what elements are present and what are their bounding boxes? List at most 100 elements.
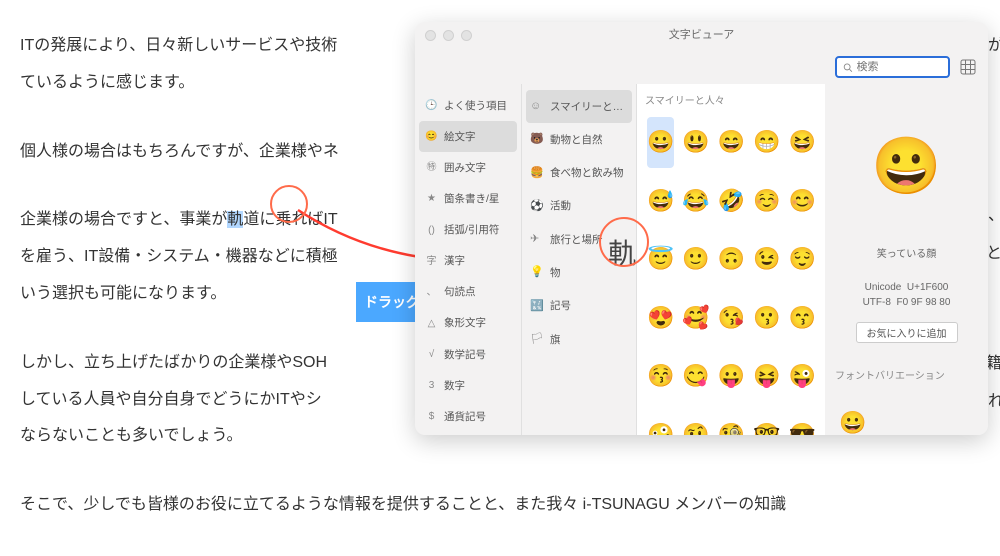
- search-icon: [843, 62, 853, 73]
- emoji-cell[interactable]: 😗: [753, 293, 780, 344]
- sidebar-item[interactable]: 3 数字: [415, 370, 521, 401]
- category-item-icon: ✈: [530, 227, 544, 252]
- sidebar-item-label: 句読点: [444, 280, 476, 304]
- emoji-cell[interactable]: 😊: [789, 176, 816, 227]
- selected-text[interactable]: 軌: [227, 211, 243, 228]
- category-item-label: 活動: [550, 194, 571, 218]
- close-icon[interactable]: [425, 30, 436, 41]
- text: している人員や自分自身でどうにかITやシ: [20, 391, 322, 408]
- search-input[interactable]: [857, 61, 943, 73]
- emoji-cell[interactable]: 😉: [753, 234, 780, 285]
- sidebar-item[interactable]: $通貨記号: [415, 401, 521, 432]
- emoji-cell[interactable]: 🙂: [682, 234, 709, 285]
- preview-name: 笑っている顔: [877, 243, 937, 266]
- emoji-cell[interactable]: 🤪: [647, 410, 674, 435]
- emoji-cell[interactable]: 😀: [647, 117, 674, 168]
- sidebar-item-label: 絵文字: [444, 125, 476, 149]
- emoji-cell[interactable]: 😜: [789, 351, 816, 402]
- emoji-cell[interactable]: 😍: [647, 293, 674, 344]
- emoji-cell[interactable]: 😂: [682, 176, 709, 227]
- sidebar-item-label: 箇条書き/星: [444, 187, 499, 211]
- emoji-cell[interactable]: 🙃: [718, 234, 745, 285]
- emoji-cell[interactable]: 😎: [789, 410, 816, 435]
- sidebar-item-label: よく使う項目: [444, 94, 507, 118]
- category-item-label: 旗: [550, 328, 561, 352]
- emoji-cell[interactable]: 😙: [789, 293, 816, 344]
- category-item-label: スマイリーと…: [550, 95, 623, 119]
- sidebar-item[interactable]: あ…: [415, 433, 521, 435]
- minimize-icon[interactable]: [443, 30, 454, 41]
- sidebar-item-icon: ★: [425, 187, 438, 210]
- emoji-cell[interactable]: 🥰: [682, 293, 709, 344]
- emoji-cell[interactable]: 😅: [647, 176, 674, 227]
- sidebar-item[interactable]: ★ 箇条書き/星: [415, 183, 521, 214]
- emoji-cell[interactable]: 😄: [718, 117, 745, 168]
- sidebar-item-icon: 字: [425, 250, 438, 273]
- category-item[interactable]: 🔣記号: [522, 290, 636, 323]
- search-input-wrapper[interactable]: [835, 56, 950, 78]
- category-item[interactable]: 🍔食べ物と飲み物: [522, 157, 636, 190]
- emoji-cell[interactable]: 🤓: [753, 410, 780, 435]
- emoji-cell[interactable]: ☺️: [753, 176, 780, 227]
- category-item-icon: ☺: [530, 94, 544, 119]
- character-viewer-window[interactable]: 文字ビューア 🕒 よく使う項目 😊 絵文字㊕囲み文字 ★ 箇条書き/星 ()括弧/引用符字漢…: [415, 22, 988, 435]
- category-item[interactable]: 🐻動物と自然: [522, 123, 636, 156]
- sidebar-item-icon: 🕒: [425, 94, 438, 117]
- sidebar-item-icon: 、: [425, 281, 438, 304]
- category-item-label: 旅行と場所: [550, 228, 603, 252]
- sidebar-item-icon: 3: [425, 374, 438, 397]
- text: ているように感じます。: [20, 74, 194, 91]
- sidebar-item-icon: 😊: [425, 125, 438, 148]
- category-item-label: 食べ物と飲み物: [550, 161, 624, 185]
- variation-label: フォントバリエーション: [835, 365, 945, 388]
- emoji-cell[interactable]: 😌: [789, 234, 816, 285]
- preview-panel: 😀 笑っている顔 Unicode U+1F600 UTF-8 F0 9F 98 …: [825, 84, 988, 435]
- sidebar-item[interactable]: 字漢字: [415, 246, 521, 277]
- sidebar-item[interactable]: 😊 絵文字: [419, 121, 517, 152]
- sidebar-item-label: 数字: [444, 374, 465, 398]
- emoji-cell[interactable]: 😁: [753, 117, 780, 168]
- toolbar: [415, 50, 988, 84]
- emoji-cell[interactable]: 😇: [647, 234, 674, 285]
- category-item-label: 物: [550, 261, 561, 285]
- sidebar-item[interactable]: √ 数学記号: [415, 339, 521, 370]
- sidebar-item[interactable]: ㊕囲み文字: [415, 152, 521, 183]
- sidebar-item[interactable]: 🕒 よく使う項目: [415, 90, 521, 121]
- category-item[interactable]: 🏳旗: [522, 323, 636, 356]
- titlebar[interactable]: 文字ビューア: [415, 22, 988, 50]
- text: ならないことも多いでしょう。: [20, 427, 243, 444]
- emoji-cell[interactable]: 😋: [682, 351, 709, 402]
- text: しかし、立ち上げたばかりの企業様やSOH: [20, 354, 327, 371]
- annotation-circle-source: [270, 185, 308, 223]
- emoji-cell[interactable]: 🤣: [718, 176, 745, 227]
- emoji-cell[interactable]: 🤨: [682, 410, 709, 435]
- text: 企業様の場合ですと、事業が: [20, 211, 227, 228]
- emoji-grid[interactable]: 😀😃😄😁😆😅😂🤣☺️😊😇🙂🙃😉😌😍🥰😘😗😙😚😋😛😝😜🤪🤨🧐🤓😎🤩🥳😏😒😞😔😟😕🙁…: [637, 117, 825, 435]
- emoji-cell[interactable]: 😃: [682, 117, 709, 168]
- window-controls[interactable]: [425, 30, 472, 41]
- sidebar-item-icon: ㊕: [425, 156, 438, 179]
- emoji-cell[interactable]: 😝: [753, 351, 780, 402]
- text: れ: [988, 384, 1000, 421]
- sidebar-item-icon: $: [425, 405, 438, 428]
- emoji-cell[interactable]: 😚: [647, 351, 674, 402]
- sidebar-item[interactable]: △象形文字: [415, 308, 521, 339]
- sidebar-item[interactable]: 、句読点: [415, 277, 521, 308]
- add-favorite-button[interactable]: お気に入りに追加: [856, 322, 958, 343]
- emoji-cell[interactable]: 😆: [789, 117, 816, 168]
- text: ITの発展により、日々新しいサービスや技術: [20, 37, 337, 54]
- grid-toggle-icon[interactable]: [960, 59, 976, 75]
- category-item-icon: 🏳: [530, 327, 544, 352]
- zoom-icon[interactable]: [461, 30, 472, 41]
- variation-emoji[interactable]: 😀: [839, 398, 866, 435]
- emoji-cell[interactable]: 😛: [718, 351, 745, 402]
- category-item[interactable]: ☺スマイリーと…: [526, 90, 632, 123]
- emoji-cell[interactable]: 🧐: [718, 410, 745, 435]
- sidebar-item-icon: √: [425, 343, 438, 366]
- sidebar-item-label: 数学記号: [444, 343, 486, 367]
- sidebar-item[interactable]: ()括弧/引用符: [415, 215, 521, 246]
- emoji-cell[interactable]: 😘: [718, 293, 745, 344]
- category-item-icon: 💡: [530, 260, 544, 285]
- emoji-grid-panel: スマイリーと人々 😀😃😄😁😆😅😂🤣☺️😊😇🙂🙃😉😌😍🥰😘😗😙😚😋😛😝😜🤪🤨🧐🤓😎…: [637, 84, 825, 435]
- category-item-icon: 🍔: [530, 161, 544, 186]
